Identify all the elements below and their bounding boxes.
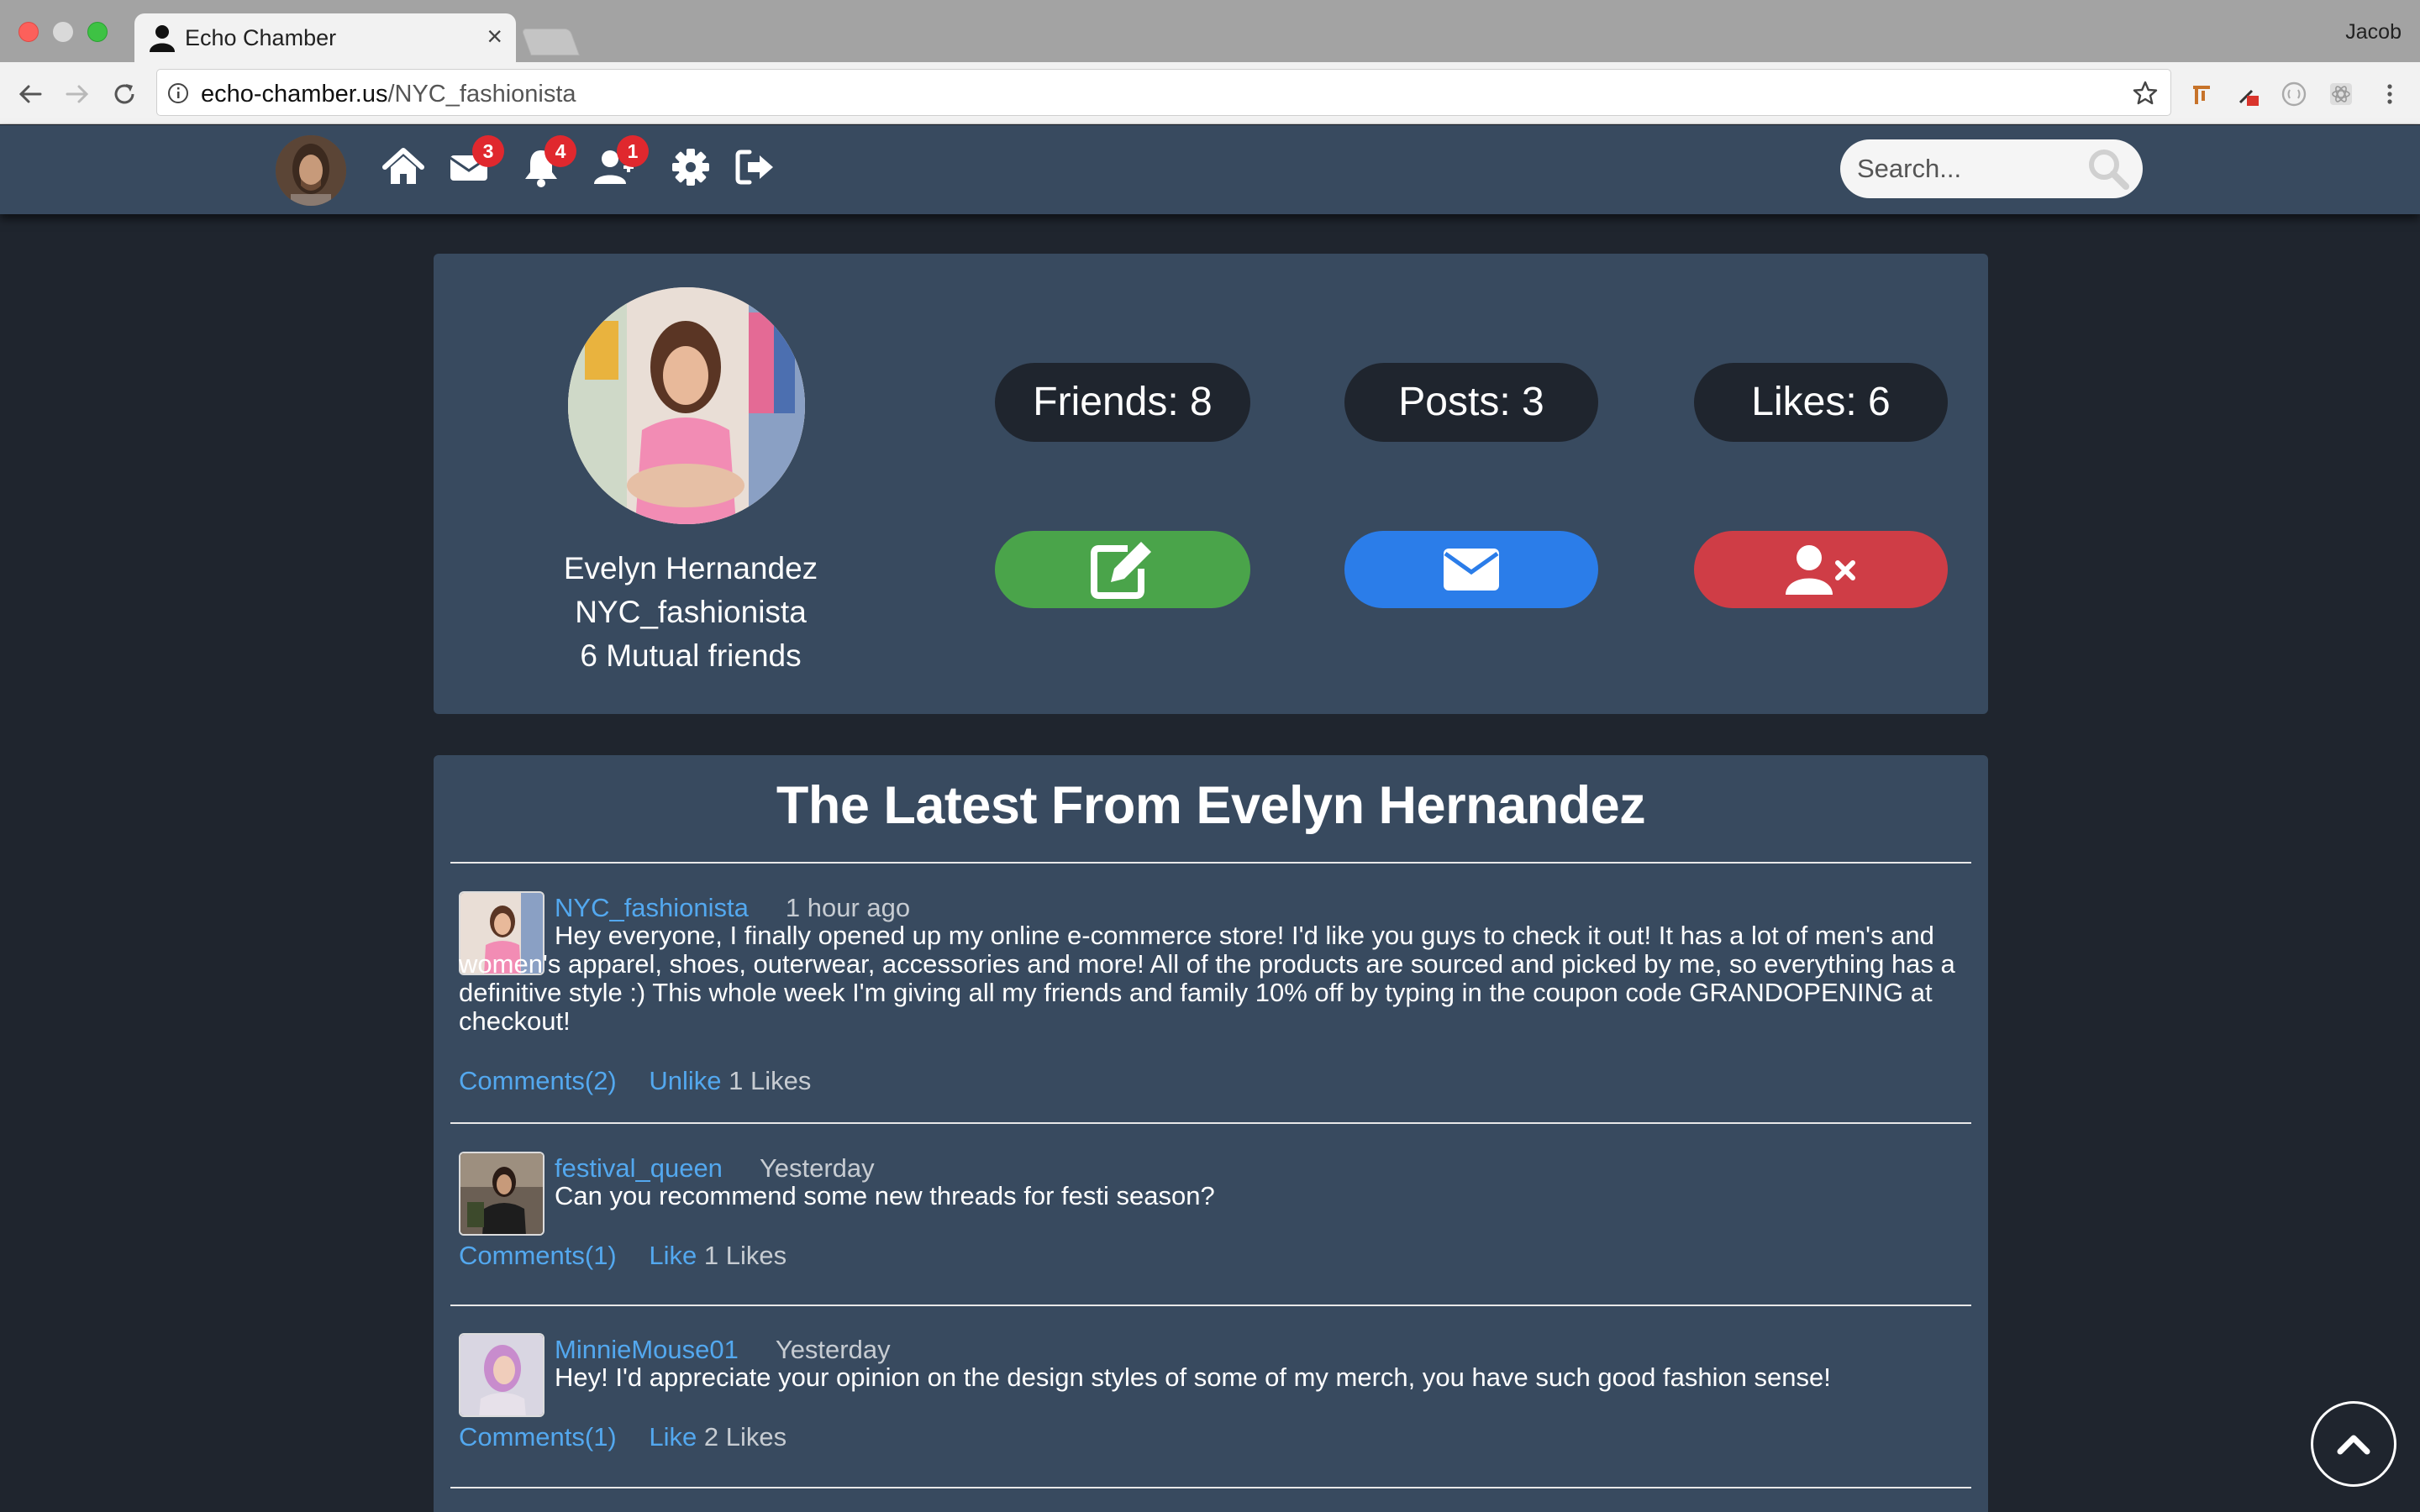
eyedropper-icon[interactable] bbox=[2235, 81, 2262, 108]
post-actions: Comments(1) Like 2 Likes bbox=[459, 1422, 786, 1452]
likes-count[interactable]: Likes: 6 bbox=[1694, 363, 1948, 442]
new-tab-button[interactable] bbox=[521, 29, 580, 55]
remove-user-icon bbox=[1786, 545, 1855, 595]
mutual-friends[interactable]: 6 Mutual friends bbox=[464, 638, 918, 674]
divider bbox=[450, 862, 1971, 864]
star-icon[interactable] bbox=[2132, 80, 2159, 107]
search-box bbox=[1840, 139, 2143, 198]
post-text: Hey! I'd appreciate your opinion on the … bbox=[555, 1362, 1831, 1392]
post-header: festival_queen Yesterday bbox=[555, 1153, 875, 1184]
post-timestamp: Yesterday bbox=[759, 1153, 875, 1183]
message-button[interactable] bbox=[1344, 531, 1598, 608]
divider bbox=[450, 1305, 1971, 1306]
comments-link[interactable]: Comments(1) bbox=[459, 1422, 617, 1452]
profile-card: Evelyn Hernandez NYC_fashionista 6 Mutua… bbox=[434, 254, 1988, 714]
messages-badge: 3 bbox=[472, 135, 504, 167]
post-actions: Comments(2) Unlike 1 Likes bbox=[459, 1066, 811, 1096]
unlike-link[interactable]: Unlike bbox=[649, 1066, 721, 1095]
avatar[interactable] bbox=[276, 135, 346, 206]
search-input[interactable] bbox=[1857, 149, 2075, 189]
browser-profile-name[interactable]: Jacob bbox=[2345, 20, 2402, 45]
post-header: MinnieMouse01 Yesterday bbox=[555, 1335, 891, 1365]
person-icon bbox=[150, 25, 175, 52]
forward-arrow-icon[interactable] bbox=[64, 81, 91, 108]
gear-icon[interactable] bbox=[669, 145, 713, 189]
post: festival_queen Yesterday Can you recommen… bbox=[459, 1152, 1963, 1294]
comments-link[interactable]: Comments(2) bbox=[459, 1066, 617, 1095]
kebab-menu-icon[interactable] bbox=[2376, 81, 2403, 108]
friend-requests-badge: 1 bbox=[617, 135, 649, 167]
unfriend-button[interactable] bbox=[1694, 531, 1948, 608]
post-timestamp: 1 hour ago bbox=[785, 893, 911, 922]
feed-title: The Latest From Evelyn Hernandez bbox=[776, 776, 1646, 835]
like-link[interactable]: Like bbox=[649, 1422, 697, 1452]
url-text: echo-chamber.us/NYC_fashionista bbox=[201, 81, 576, 108]
feed-panel: The Latest From Evelyn Hernandez NYC_fas… bbox=[434, 755, 1988, 1512]
tab-title: Echo Chamber bbox=[185, 25, 337, 50]
logout-icon[interactable] bbox=[733, 145, 776, 189]
app-navbar: 3 4 1 bbox=[0, 125, 2420, 214]
window-zoom-button[interactable] bbox=[87, 22, 108, 42]
post-text: Hey everyone, I finally opened up my onl… bbox=[459, 921, 1955, 1036]
scroll-to-top-button[interactable] bbox=[2311, 1401, 2396, 1487]
extension-circle-icon[interactable] bbox=[2281, 81, 2307, 108]
close-icon[interactable]: × bbox=[487, 22, 502, 50]
notifications-badge: 4 bbox=[544, 135, 576, 167]
post: MinnieMouse01 Yesterday Hey! I'd apprecia… bbox=[459, 1333, 1963, 1476]
likes-count: 1 Likes bbox=[703, 1241, 787, 1270]
browser-toolbar: echo-chamber.us/NYC_fashionista bbox=[0, 62, 2420, 124]
profile-username: NYC_fashionista bbox=[575, 595, 807, 629]
browser-tab-bar: Echo Chamber × Jacob bbox=[0, 0, 2420, 62]
messages-nav[interactable]: 3 bbox=[447, 135, 504, 189]
window-close-button[interactable] bbox=[18, 22, 39, 42]
notifications-nav[interactable]: 4 bbox=[519, 135, 576, 189]
like-link[interactable]: Like bbox=[649, 1241, 697, 1270]
post-header: NYC_fashionista 1 hour ago bbox=[555, 893, 910, 923]
back-arrow-icon[interactable] bbox=[17, 81, 44, 108]
reload-icon[interactable] bbox=[111, 81, 138, 108]
friends-count[interactable]: Friends: 8 bbox=[995, 363, 1250, 442]
post-actions: Comments(1) Like 1 Likes bbox=[459, 1241, 786, 1271]
edit-icon bbox=[1091, 542, 1151, 599]
post: NYC_fashionista 1 hour ago Hey everyone, … bbox=[459, 891, 1963, 1110]
post-username[interactable]: MinnieMouse01 bbox=[555, 1335, 739, 1364]
profile-picture bbox=[568, 287, 805, 524]
friend-requests-nav[interactable]: 1 bbox=[592, 135, 649, 189]
browser-tab[interactable]: Echo Chamber × bbox=[134, 13, 516, 62]
edit-button[interactable] bbox=[995, 531, 1250, 608]
likes-count: 2 Likes bbox=[703, 1422, 787, 1452]
search-icon[interactable] bbox=[2086, 146, 2131, 192]
post-timestamp: Yesterday bbox=[775, 1335, 891, 1364]
posts-count[interactable]: Posts: 3 bbox=[1344, 363, 1598, 442]
divider bbox=[450, 1487, 1971, 1488]
home-icon[interactable] bbox=[381, 145, 425, 189]
post-username[interactable]: NYC_fashionista bbox=[555, 893, 749, 922]
comments-link[interactable]: Comments(1) bbox=[459, 1241, 617, 1270]
window-minimize-button[interactable] bbox=[53, 22, 73, 42]
profile-full-name: Evelyn Hernandez bbox=[563, 551, 818, 585]
address-bar[interactable]: echo-chamber.us/NYC_fashionista bbox=[156, 69, 2171, 116]
chevron-up-icon bbox=[2337, 1435, 2370, 1455]
extension-icon[interactable] bbox=[2188, 81, 2215, 108]
extension-atom-icon[interactable] bbox=[2328, 81, 2354, 108]
envelope-icon bbox=[1444, 549, 1499, 591]
post-text: Can you recommend some new threads for f… bbox=[555, 1181, 1215, 1210]
divider bbox=[450, 1122, 1971, 1124]
likes-count: 1 Likes bbox=[729, 1066, 812, 1095]
post-username[interactable]: festival_queen bbox=[555, 1153, 723, 1183]
info-icon[interactable] bbox=[167, 82, 189, 104]
